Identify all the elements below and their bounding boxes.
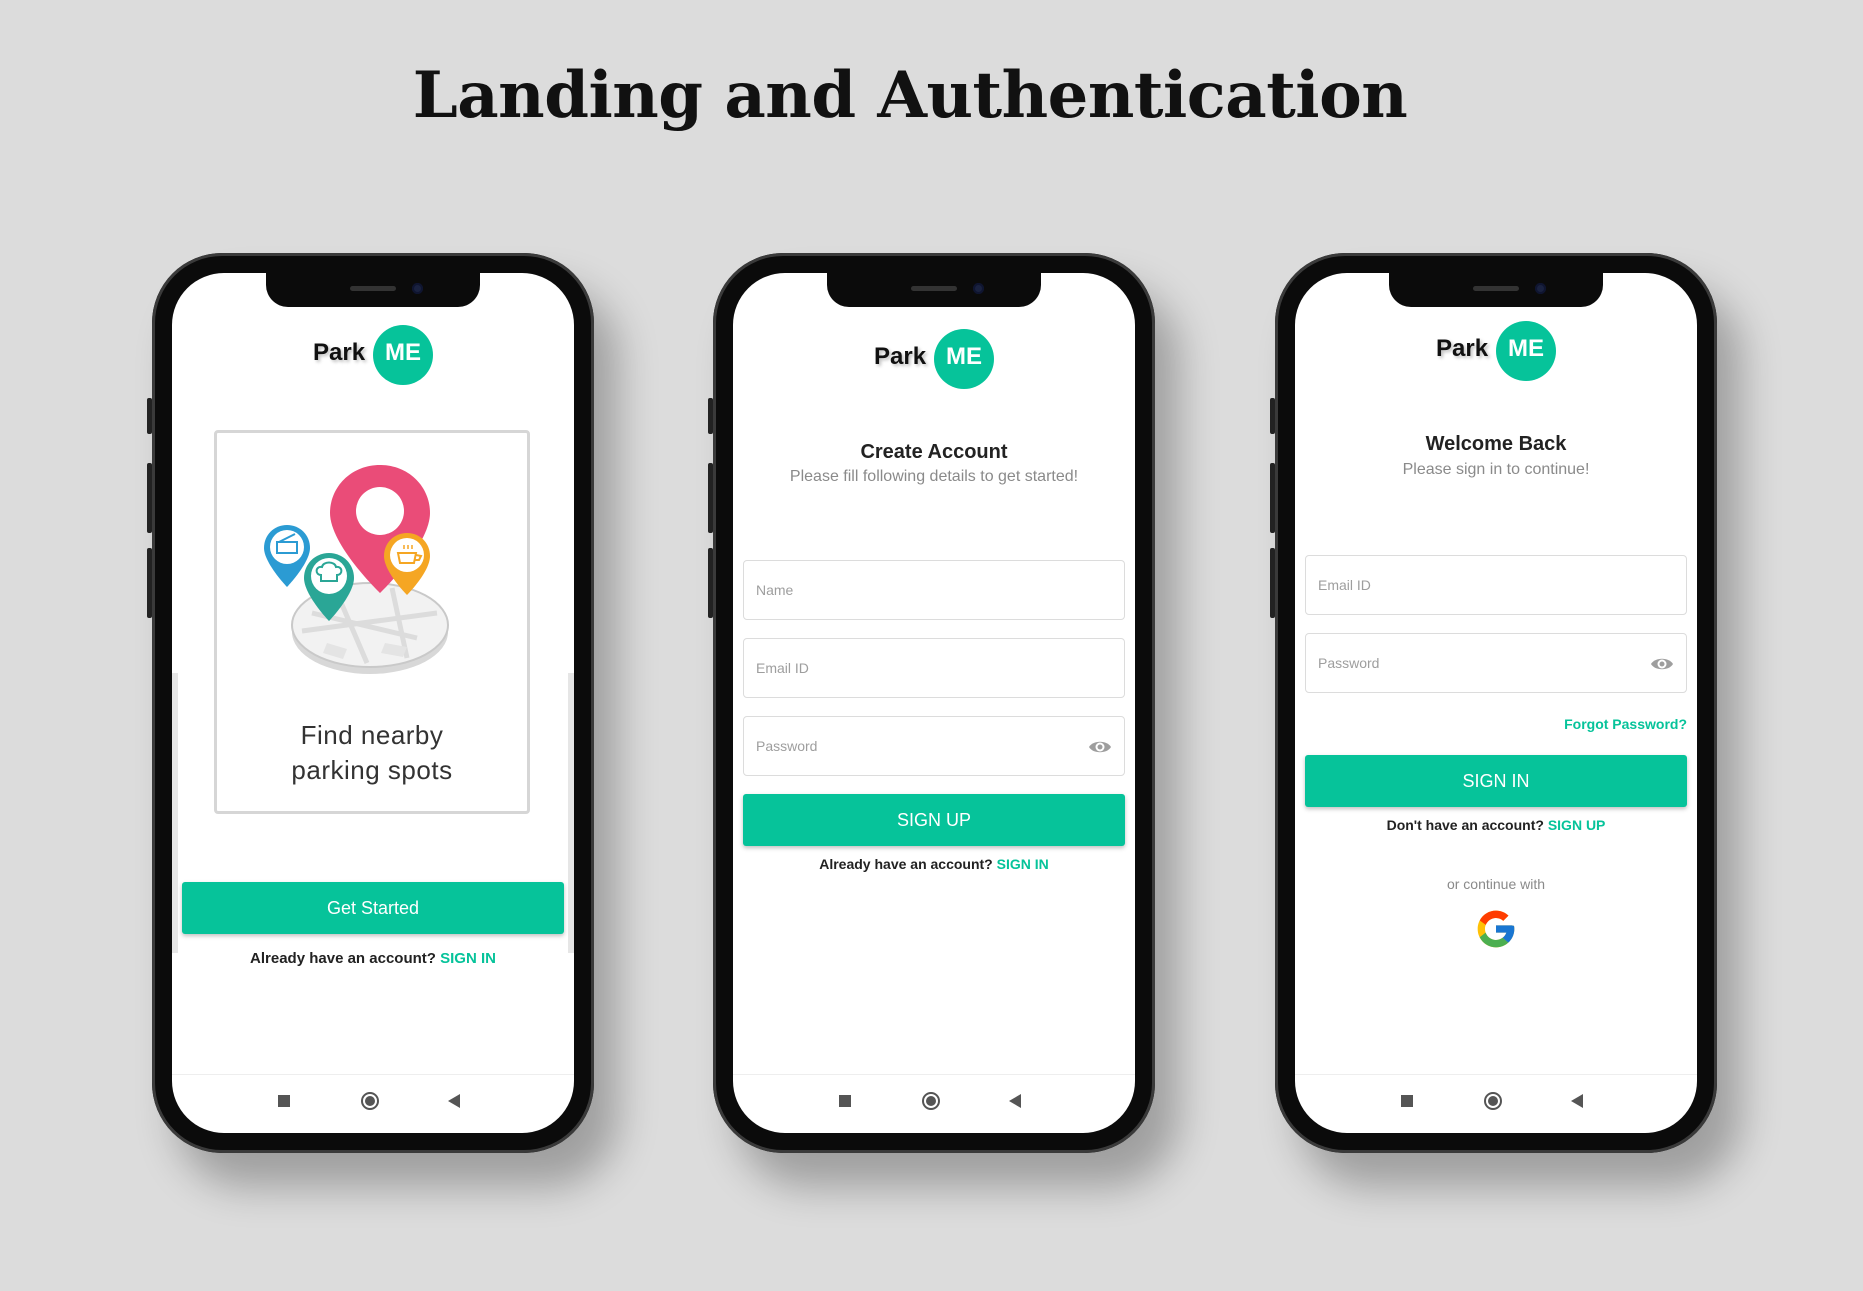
signin-link[interactable]: SIGN IN <box>997 856 1049 872</box>
password-field[interactable]: Password <box>1305 633 1687 693</box>
circle-home-icon[interactable] <box>922 1092 940 1110</box>
eye-icon[interactable] <box>1088 737 1112 757</box>
forgot-password-link[interactable]: Forgot Password? <box>1564 716 1687 732</box>
signin-prompt: Already have an account? SIGN IN <box>819 856 1049 872</box>
notch <box>266 273 480 307</box>
square-icon[interactable] <box>278 1095 290 1107</box>
signup-screen: Park ME Create Account Please fill follo… <box>733 273 1135 1133</box>
android-nav-bar <box>733 1074 1135 1133</box>
parkme-logo: Park ME <box>1426 321 1566 381</box>
carousel-peek-right <box>568 673 574 953</box>
phone-landing: Park ME Find nearby parking spots Get St… <box>147 253 594 1153</box>
phone-signin: Park ME Welcome Back Please sign in to c… <box>1270 253 1717 1153</box>
password-field[interactable]: Password <box>743 716 1125 776</box>
landing-screen: Park ME Find nearby parking spots Get St… <box>172 273 574 1133</box>
eye-icon[interactable] <box>1650 654 1674 674</box>
signup-link[interactable]: SIGN UP <box>1548 817 1606 833</box>
phone-signup: Park ME Create Account Please fill follo… <box>708 253 1155 1153</box>
signin-screen: Park ME Welcome Back Please sign in to c… <box>1295 273 1697 1133</box>
triangle-back-icon[interactable] <box>1009 1094 1021 1108</box>
carousel-peek-left <box>172 673 178 953</box>
signup-button[interactable]: SIGN UP <box>743 794 1125 846</box>
parkme-logo: Park ME <box>864 329 1004 389</box>
map-pins-illustration <box>264 465 449 674</box>
onboarding-card[interactable]: Find nearby parking spots <box>214 430 530 814</box>
notch <box>1389 273 1603 307</box>
parkme-logo: Park ME <box>303 325 443 385</box>
signup-subheading: Please fill following details to get sta… <box>789 468 1079 485</box>
google-icon[interactable] <box>1474 907 1518 951</box>
notch <box>827 273 1041 307</box>
square-icon[interactable] <box>1401 1095 1413 1107</box>
signin-heading: Welcome Back <box>1425 433 1567 455</box>
circle-home-icon[interactable] <box>1484 1092 1502 1110</box>
android-nav-bar <box>1295 1074 1697 1133</box>
get-started-button[interactable]: Get Started <box>182 882 564 934</box>
triangle-back-icon[interactable] <box>448 1094 460 1108</box>
signup-prompt: Don't have an account? SIGN UP <box>1386 817 1606 833</box>
or-continue-with: or continue with <box>1446 876 1546 892</box>
android-nav-bar <box>172 1074 574 1133</box>
signin-subheading: Please sign in to continue! <box>1402 461 1590 478</box>
triangle-back-icon[interactable] <box>1571 1094 1583 1108</box>
onboarding-caption: Find nearby parking spots <box>291 720 453 785</box>
signin-prompt: Already have an account? SIGN IN <box>250 950 496 967</box>
email-field[interactable]: Email ID <box>743 638 1125 698</box>
name-field[interactable]: Name <box>743 560 1125 620</box>
circle-home-icon[interactable] <box>361 1092 379 1110</box>
email-field[interactable]: Email ID <box>1305 555 1687 615</box>
signin-link[interactable]: SIGN IN <box>440 950 496 967</box>
square-icon[interactable] <box>839 1095 851 1107</box>
signup-heading: Create Account <box>860 441 1008 463</box>
page-title: Landing and Authentication <box>412 58 1408 133</box>
signin-button[interactable]: SIGN IN <box>1305 755 1687 807</box>
